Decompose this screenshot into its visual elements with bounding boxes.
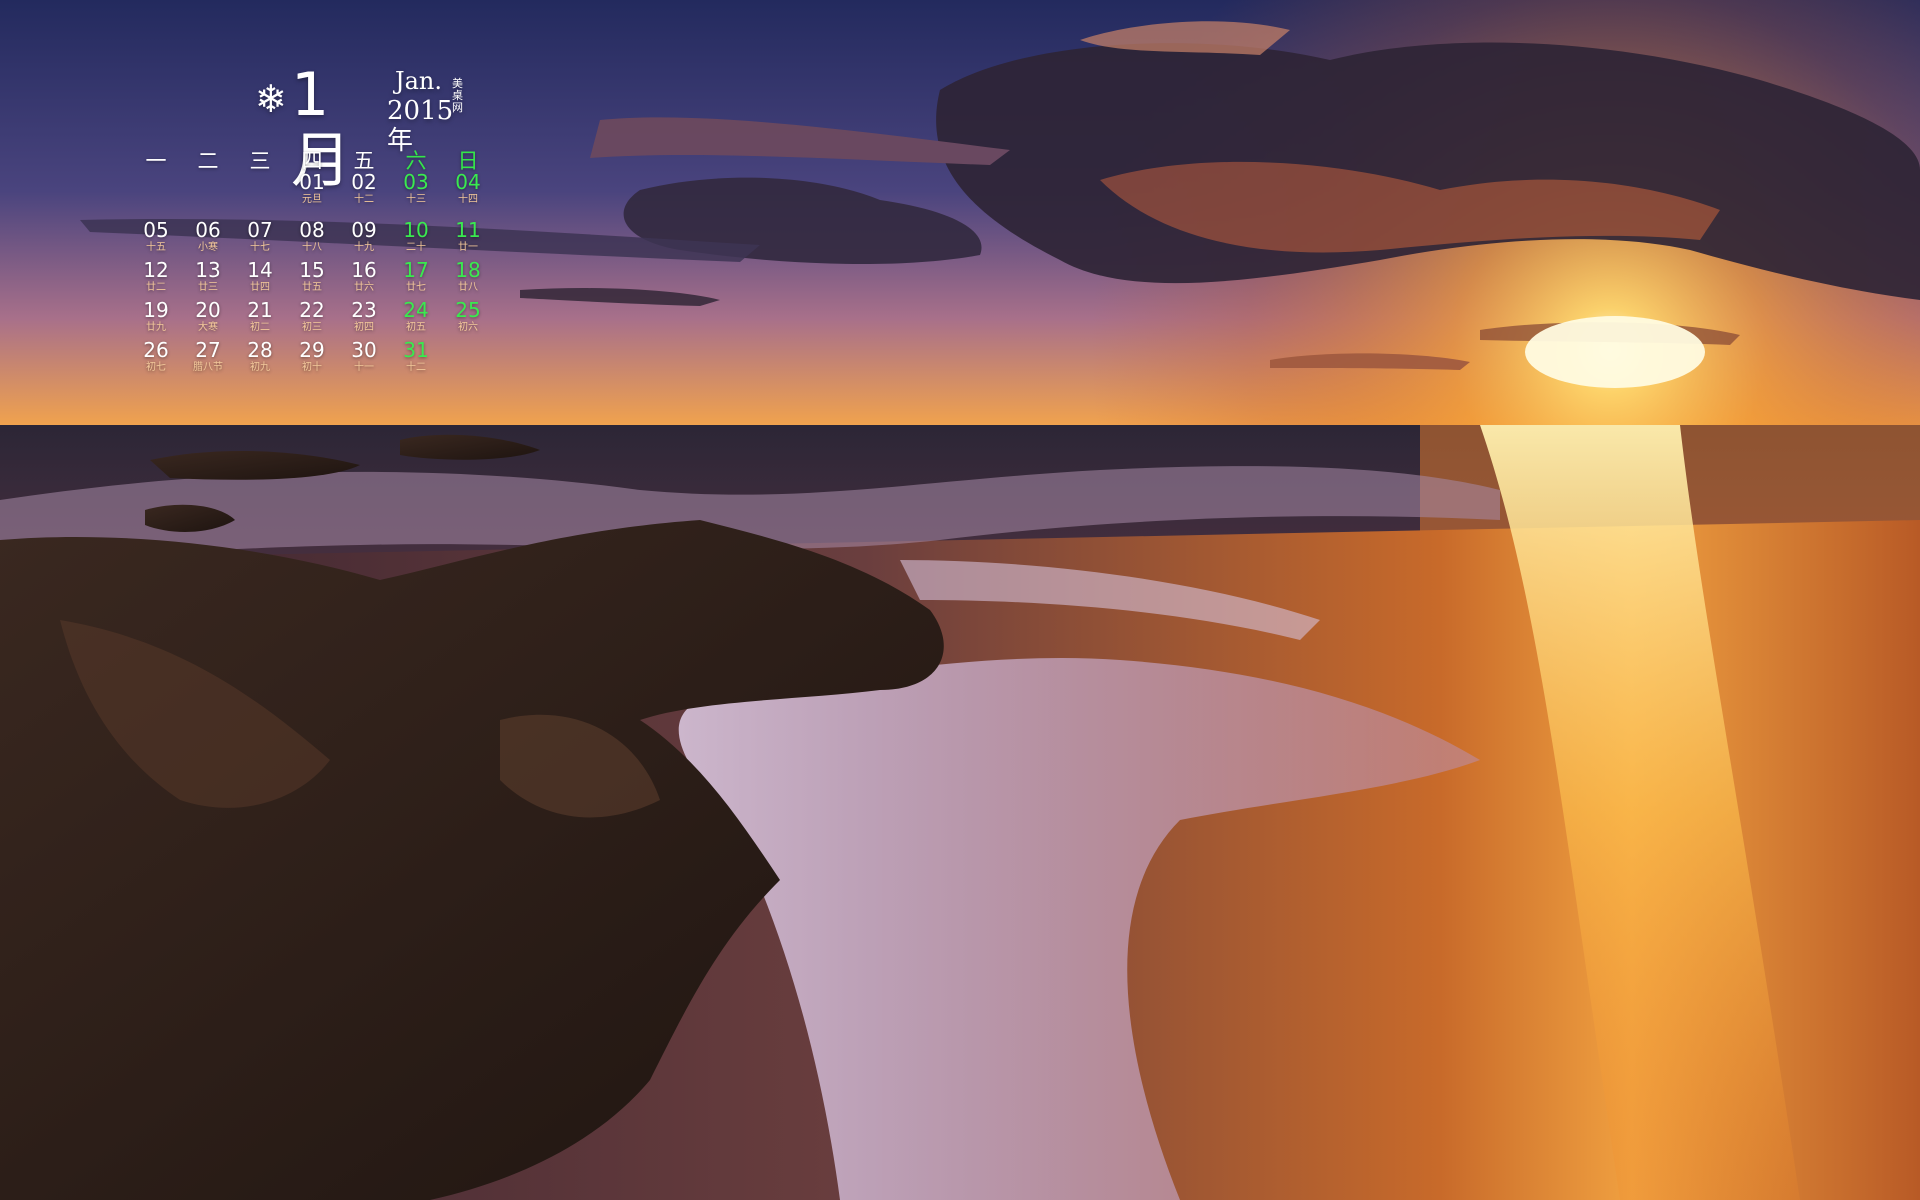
day-number: 30 <box>351 338 377 362</box>
lunar-date: 十八 <box>302 242 322 253</box>
day-cell: 29 初十 <box>286 339 338 374</box>
day-cell: 25 初六 <box>442 299 494 334</box>
day-number: 20 <box>195 298 221 322</box>
day-number: 14 <box>247 258 273 282</box>
day-cell: 26 初七 <box>130 339 182 374</box>
day-cell: 22 初三 <box>286 299 338 334</box>
day-cell: 15 廿五 <box>286 259 338 294</box>
lunar-date: 初九 <box>250 362 270 373</box>
day-cell: 02 十二 <box>338 171 390 206</box>
day-number: 04 <box>455 170 481 194</box>
lunar-date: 腊八节 <box>193 362 223 373</box>
day-cell: 27 腊八节 <box>182 339 234 374</box>
day-cell: 08 十八 <box>286 219 338 254</box>
site-mark: 美桌网 <box>452 77 463 114</box>
lunar-date: 廿三 <box>198 282 218 293</box>
weekday-label: 三 <box>249 149 271 173</box>
lunar-date: 廿五 <box>302 282 322 293</box>
day-number: 06 <box>195 218 221 242</box>
day-cell: 16 廿六 <box>338 259 390 294</box>
day-cell: 14 廿四 <box>234 259 286 294</box>
lunar-date: 十三 <box>406 194 426 205</box>
day-cell: 24 初五 <box>390 299 442 334</box>
day-cell: 19 廿九 <box>130 299 182 334</box>
day-number: 18 <box>455 258 481 282</box>
lunar-date: 廿九 <box>146 322 166 333</box>
day-number: 08 <box>299 218 325 242</box>
day-cell: 20 大寒 <box>182 299 234 334</box>
lunar-date: 二十 <box>406 242 426 253</box>
lunar-date: 十二 <box>406 362 426 373</box>
day-number: 23 <box>351 298 377 322</box>
lunar-date: 十七 <box>250 242 270 253</box>
day-cell: 13 廿三 <box>182 259 234 294</box>
day-number: 16 <box>351 258 377 282</box>
day-cell: 12 廿二 <box>130 259 182 294</box>
lunar-date: 廿一 <box>458 242 478 253</box>
lunar-date: 大寒 <box>198 322 218 333</box>
day-number: 26 <box>143 338 169 362</box>
day-number: 01 <box>299 170 325 194</box>
snowflake-icon: ❄ <box>255 77 287 121</box>
day-number: 09 <box>351 218 377 242</box>
lunar-date: 十九 <box>354 242 374 253</box>
day-cell: 01 元旦 <box>286 171 338 206</box>
day-number: 07 <box>247 218 273 242</box>
lunar-date: 初四 <box>354 322 374 333</box>
day-cell: 21 初二 <box>234 299 286 334</box>
day-number: 31 <box>403 338 429 362</box>
day-cell: 28 初九 <box>234 339 286 374</box>
day-number: 24 <box>403 298 429 322</box>
day-number: 12 <box>143 258 169 282</box>
lunar-date: 初七 <box>146 362 166 373</box>
day-number: 29 <box>299 338 325 362</box>
month-english: Jan. <box>395 67 443 95</box>
day-number: 10 <box>403 218 429 242</box>
day-number: 19 <box>143 298 169 322</box>
day-number: 05 <box>143 218 169 242</box>
day-number: 13 <box>195 258 221 282</box>
lunar-date: 初二 <box>250 322 270 333</box>
day-number: 11 <box>455 218 481 242</box>
lunar-date: 初十 <box>302 362 322 373</box>
day-cell: 03 十三 <box>390 171 442 206</box>
day-number: 15 <box>299 258 325 282</box>
day-cell: 11 廿一 <box>442 219 494 254</box>
day-cell: 09 十九 <box>338 219 390 254</box>
lunar-date: 初五 <box>406 322 426 333</box>
day-number: 28 <box>247 338 273 362</box>
lunar-date: 初三 <box>302 322 322 333</box>
day-cell: 06 小寒 <box>182 219 234 254</box>
day-number: 27 <box>195 338 221 362</box>
lunar-date: 廿八 <box>458 282 478 293</box>
day-cell: 30 十一 <box>338 339 390 374</box>
day-number: 22 <box>299 298 325 322</box>
day-cell: 23 初四 <box>338 299 390 334</box>
lunar-date: 十一 <box>354 362 374 373</box>
day-cell: 05 十五 <box>130 219 182 254</box>
lunar-date: 十四 <box>458 194 478 205</box>
day-number: 17 <box>403 258 429 282</box>
lunar-date: 廿七 <box>406 282 426 293</box>
day-number: 25 <box>455 298 481 322</box>
day-cell: 31 十二 <box>390 339 442 374</box>
lunar-date: 元旦 <box>302 194 322 205</box>
weekday-label: 一 <box>145 149 167 173</box>
lunar-date: 十五 <box>146 242 166 253</box>
day-cell: 07 十七 <box>234 219 286 254</box>
day-cell: 10 二十 <box>390 219 442 254</box>
weekday-label: 二 <box>197 149 219 173</box>
day-number: 03 <box>403 170 429 194</box>
lunar-date: 小寒 <box>198 242 218 253</box>
lunar-date: 廿六 <box>354 282 374 293</box>
day-cell: 04 十四 <box>442 171 494 206</box>
day-cell: 18 廿八 <box>442 259 494 294</box>
lunar-date: 初六 <box>458 322 478 333</box>
lunar-date: 廿二 <box>146 282 166 293</box>
lunar-date: 十二 <box>354 194 374 205</box>
day-number: 21 <box>247 298 273 322</box>
day-number: 02 <box>351 170 377 194</box>
day-cell: 17 廿七 <box>390 259 442 294</box>
lunar-date: 廿四 <box>250 282 270 293</box>
